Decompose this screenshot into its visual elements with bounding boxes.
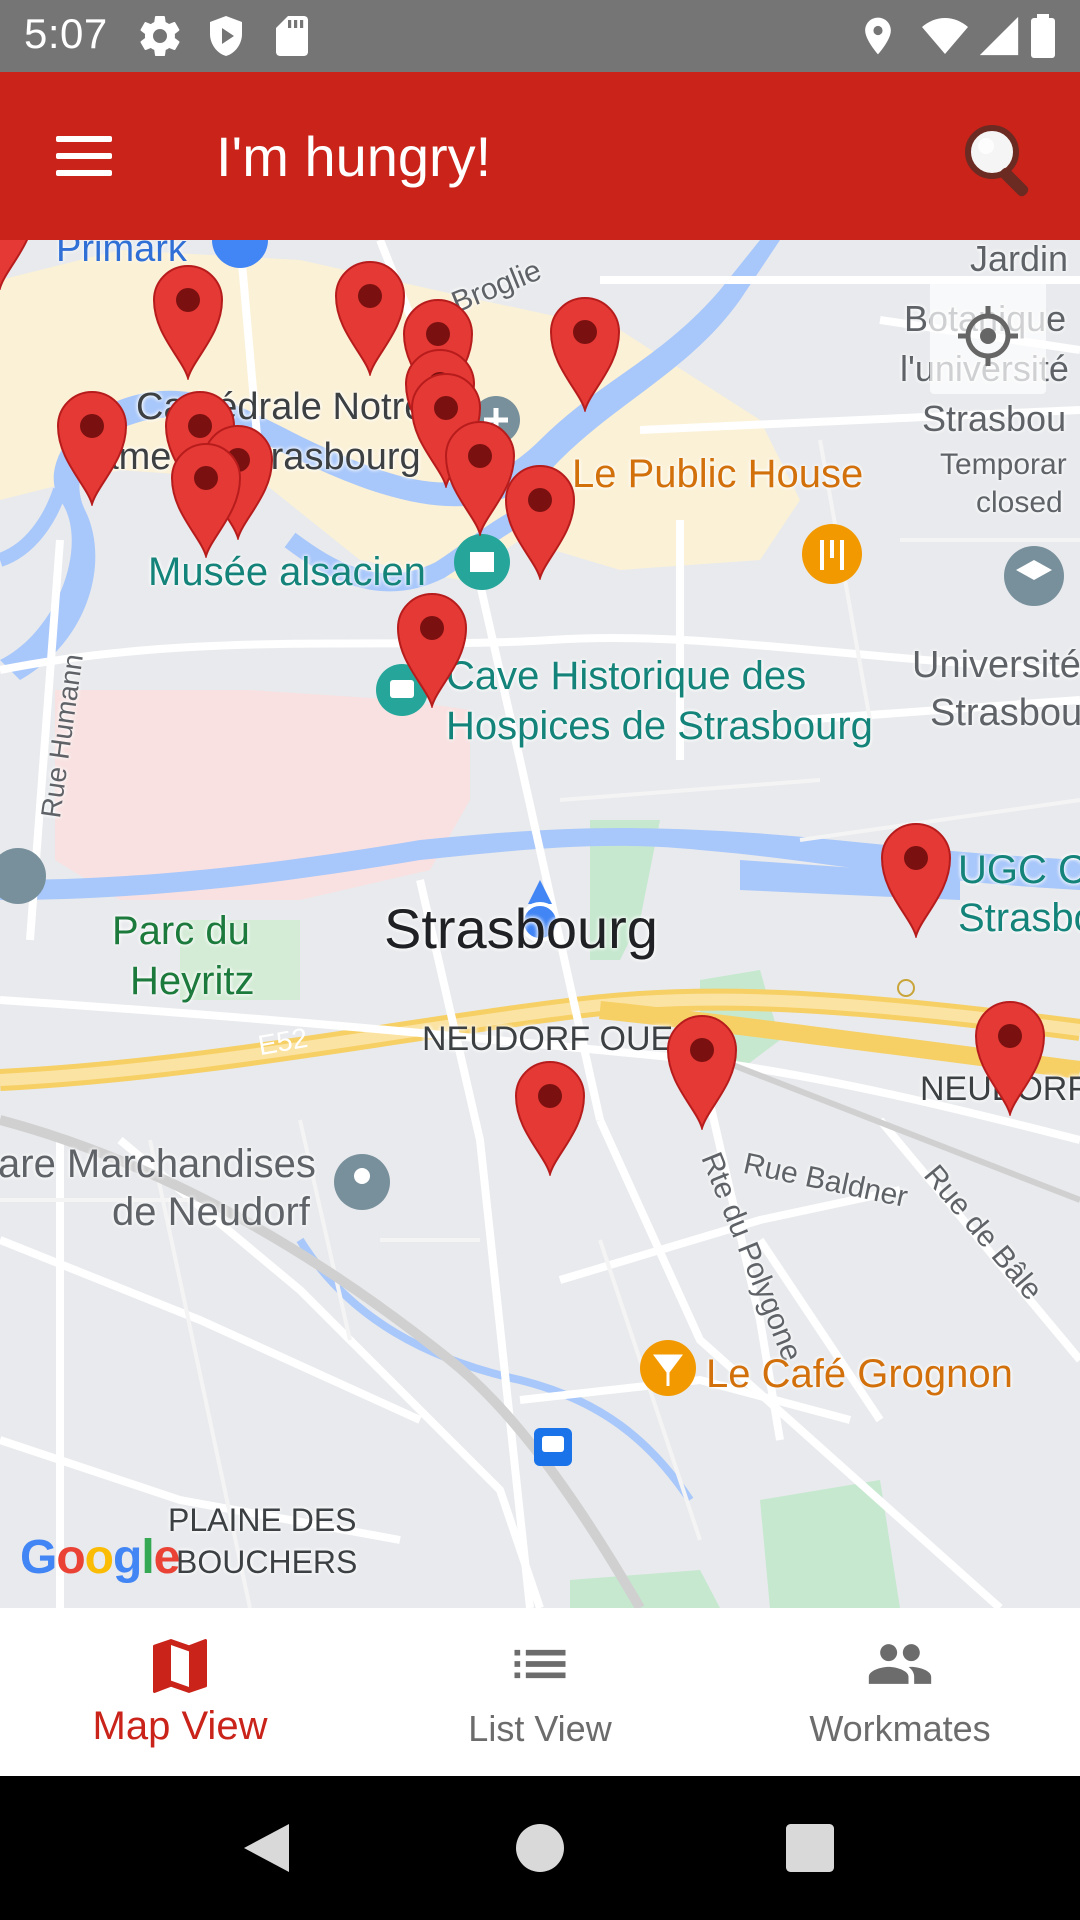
label-temporarily: Temporar <box>940 448 1067 481</box>
label-universite-2: Strasbou <box>930 692 1080 734</box>
app-bar: I'm hungry! <box>0 72 1080 240</box>
label-cave-historique-2: Hospices de Strasbourg <box>446 704 873 748</box>
label-parc-1: Parc du <box>112 909 250 953</box>
restaurant-marker[interactable] <box>664 1012 740 1130</box>
label-universite-1: Université <box>912 644 1080 686</box>
app-title: I'm hungry! <box>216 125 492 188</box>
label-plaine-1: PLAINE DES <box>168 1502 357 1538</box>
wifi-icon <box>922 18 968 54</box>
home-icon[interactable] <box>504 1812 576 1884</box>
bottom-navigation: Map View List View Workmates <box>0 1608 1080 1776</box>
label-gare-2: de Neudorf <box>112 1190 310 1234</box>
restaurant-marker[interactable] <box>394 590 470 708</box>
list-icon <box>514 1649 566 1679</box>
restaurant-marker[interactable] <box>168 440 244 558</box>
label-jardin: Jardin <box>970 240 1069 279</box>
nav-label-list-view: List View <box>468 1708 612 1749</box>
hamburger-line <box>56 170 112 176</box>
restaurant-marker[interactable] <box>502 462 578 580</box>
restaurant-marker[interactable] <box>878 820 954 938</box>
people-icon <box>868 1644 932 1684</box>
restaurant-marker[interactable] <box>972 998 1048 1116</box>
restaurant-marker[interactable] <box>512 1058 588 1176</box>
search-icon[interactable] <box>956 116 1046 206</box>
label-public-house: Le Public House <box>572 452 864 496</box>
battery-icon <box>1031 14 1055 58</box>
sd-card-icon <box>276 16 308 56</box>
label-ugc-1: UGC Ci <box>958 848 1080 892</box>
nav-map-view[interactable]: Map View <box>0 1608 360 1776</box>
label-gare-1: are Marchandises <box>0 1142 316 1186</box>
status-time: 5:07 <box>24 10 108 57</box>
hamburger-line <box>56 153 112 159</box>
label-parc-2: Heyritz <box>130 959 255 1003</box>
nav-label-map-view: Map View <box>92 1704 268 1748</box>
restaurant-marker[interactable] <box>54 388 130 506</box>
label-strasbourg: Strasbourg <box>384 897 658 960</box>
signal-icon <box>979 16 1019 56</box>
google-logo: Google <box>20 1531 180 1584</box>
restaurant-marker[interactable] <box>0 240 38 290</box>
map-icon <box>153 1639 207 1693</box>
map-view[interactable]: Primark Broglie Jardin Botanique l'unive… <box>0 240 1080 1608</box>
menu-button[interactable] <box>38 120 130 192</box>
label-ugc-2: Strasbo <box>958 896 1080 940</box>
restaurant-marker[interactable] <box>332 258 408 376</box>
label-strasbou: Strasbou <box>922 398 1067 439</box>
label-cafe-grognon: Le Café Grognon <box>706 1352 1013 1396</box>
label-plaine-2: BOUCHERS <box>176 1544 358 1580</box>
shield-play-icon <box>210 16 242 56</box>
back-icon[interactable] <box>232 1812 304 1884</box>
restaurant-marker[interactable] <box>547 294 623 412</box>
label-cave-historique-1: Cave Historique des <box>446 654 807 698</box>
gear-icon <box>140 16 180 57</box>
label-closed: closed <box>976 486 1063 519</box>
status-bar: 5:07 <box>0 0 1080 72</box>
crosshair-icon <box>958 306 1018 366</box>
restaurant-marker[interactable] <box>150 262 226 380</box>
nav-label-workmates: Workmates <box>809 1708 991 1749</box>
location-icon <box>865 17 891 55</box>
nav-workmates[interactable]: Workmates <box>720 1608 1080 1776</box>
nav-list-view[interactable]: List View <box>360 1608 720 1776</box>
system-navigation-bar <box>0 1776 1080 1920</box>
recents-icon[interactable] <box>774 1812 846 1884</box>
hamburger-icon <box>56 136 112 142</box>
my-location-button[interactable] <box>930 278 1046 394</box>
